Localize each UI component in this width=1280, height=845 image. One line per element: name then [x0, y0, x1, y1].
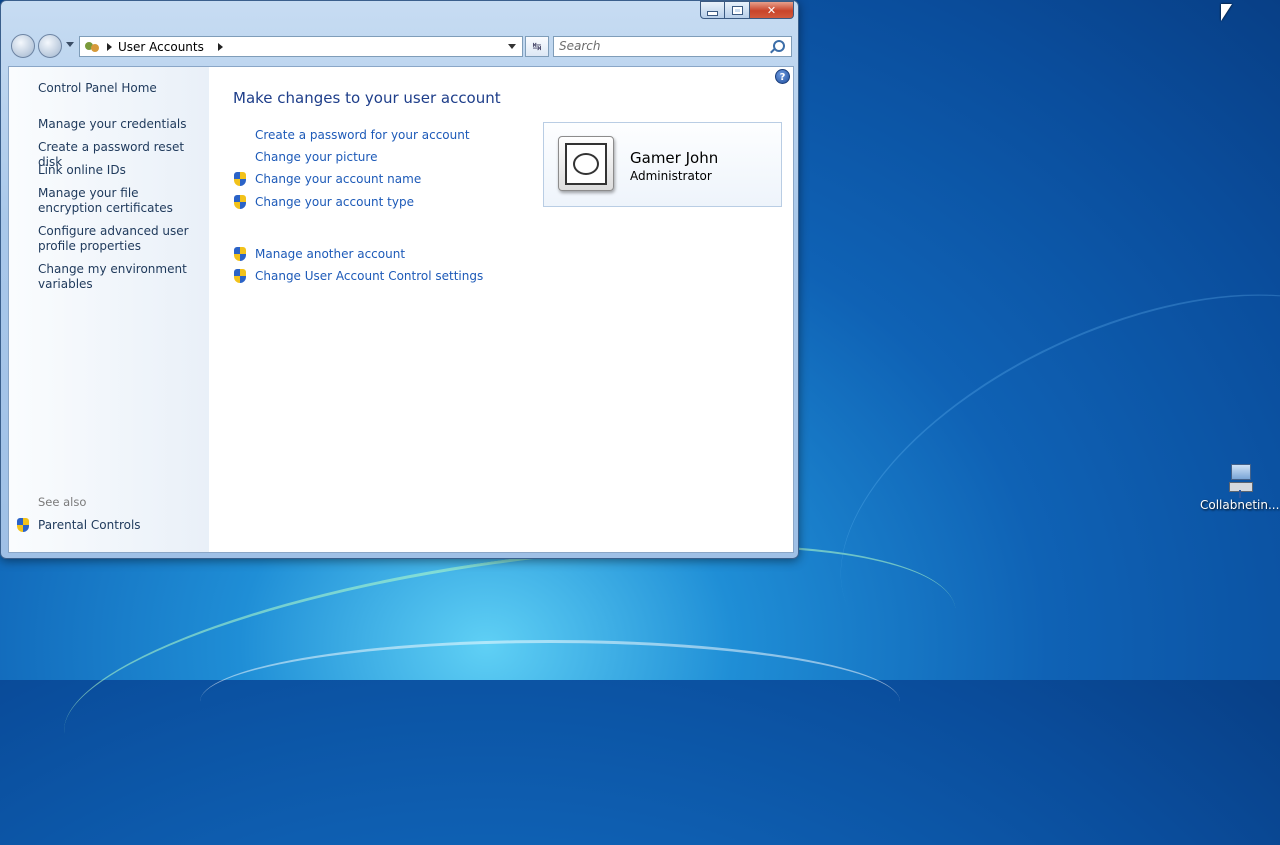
task-pane: Control Panel Home Manage your credentia…	[9, 67, 209, 552]
sidebar-item-file-encryption[interactable]: Manage your file encryption certificates	[38, 186, 198, 216]
task-manage-another-account[interactable]: Manage another account	[255, 247, 405, 261]
refresh-icon: ↹	[532, 40, 542, 53]
user-account-tile: Gamer John Administrator	[543, 122, 782, 207]
uac-shield-icon	[17, 518, 30, 532]
uac-shield-icon	[234, 172, 247, 186]
uac-shield-icon	[234, 195, 247, 209]
desktop-icon-collabnet[interactable]: Collabnetin...	[1200, 462, 1280, 512]
see-also-heading: See also	[38, 495, 87, 509]
close-button[interactable]: ✕	[750, 1, 794, 19]
close-icon: ✕	[766, 3, 777, 17]
maximize-button[interactable]	[725, 1, 750, 19]
network-computer-icon	[1222, 462, 1256, 498]
user-picture-icon	[565, 143, 607, 185]
user-accounts-icon	[85, 40, 101, 54]
breadcrumb-user-accounts[interactable]: User Accounts	[118, 40, 204, 54]
breadcrumb-arrow-icon[interactable]	[107, 42, 112, 51]
address-bar[interactable]: User Accounts	[79, 36, 523, 57]
wallpaper-streak	[200, 640, 900, 763]
uac-shield-icon	[234, 269, 247, 283]
minimize-icon	[707, 10, 718, 16]
refresh-button[interactable]: ↹	[525, 36, 549, 57]
mouse-cursor-icon	[1221, 4, 1232, 21]
task-change-account-name[interactable]: Change your account name	[255, 172, 421, 186]
address-dropdown-icon[interactable]	[508, 44, 516, 49]
navigation-bar: User Accounts ↹ Search	[1, 31, 800, 63]
sidebar-item-manage-credentials[interactable]: Manage your credentials	[38, 117, 198, 132]
search-placeholder: Search	[559, 39, 601, 53]
uac-shield-icon	[234, 247, 247, 261]
back-button[interactable]	[11, 34, 35, 58]
user-role: Administrator	[630, 169, 712, 183]
content-area: Control Panel Home Manage your credentia…	[8, 66, 794, 553]
user-accounts-window: ✕ User Accounts ↹ Search Control Panel H…	[0, 0, 799, 559]
sidebar-item-parental-controls[interactable]: Parental Controls	[38, 518, 198, 533]
sidebar-item-advanced-profile[interactable]: Configure advanced user profile properti…	[38, 224, 198, 254]
task-create-password[interactable]: Create a password for your account	[255, 128, 470, 142]
user-name: Gamer John	[630, 149, 719, 167]
sidebar-item-link-online-ids[interactable]: Link online IDs	[38, 163, 198, 178]
avatar	[558, 136, 614, 191]
search-input[interactable]: Search	[553, 36, 792, 57]
recent-pages-dropdown[interactable]	[66, 42, 74, 47]
maximize-icon	[731, 5, 743, 15]
task-uac-settings[interactable]: Change User Account Control settings	[255, 269, 483, 283]
minimize-button[interactable]	[700, 1, 725, 19]
help-icon[interactable]: ?	[775, 69, 790, 84]
task-change-picture[interactable]: Change your picture	[255, 150, 377, 164]
sidebar-item-environment-variables[interactable]: Change my environment variables	[38, 262, 198, 292]
sidebar-item-control-panel-home[interactable]: Control Panel Home	[38, 81, 198, 96]
desktop-icon-label: Collabnetin...	[1200, 498, 1280, 512]
page-title: Make changes to your user account	[233, 89, 501, 107]
forward-button[interactable]	[38, 34, 62, 58]
task-change-account-type[interactable]: Change your account type	[255, 195, 414, 209]
caption-buttons: ✕	[700, 1, 794, 19]
search-icon[interactable]	[773, 40, 785, 52]
breadcrumb-arrow-icon[interactable]	[217, 42, 223, 51]
